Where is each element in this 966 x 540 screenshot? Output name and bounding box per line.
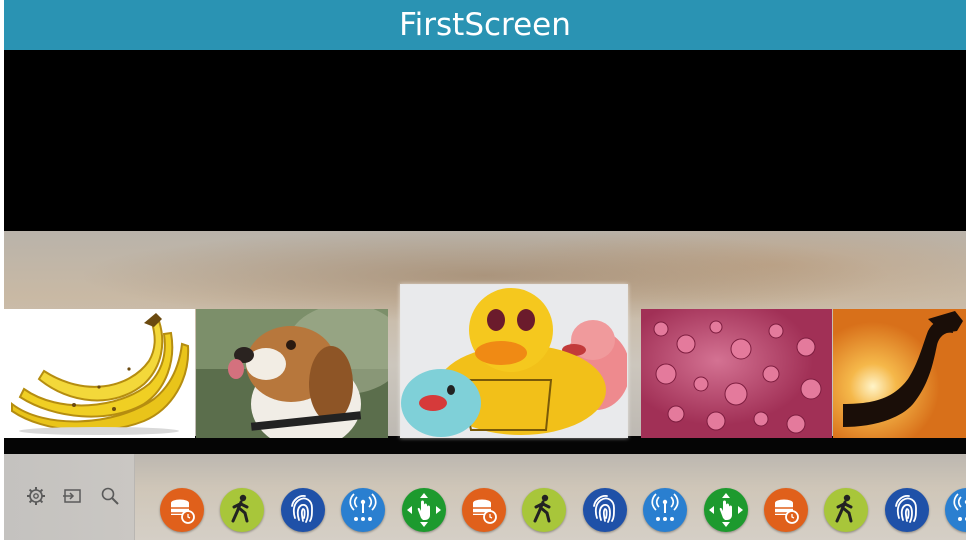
water-droplets-image — [641, 309, 832, 438]
input-source-icon[interactable] — [62, 486, 82, 506]
banana-image — [4, 309, 195, 438]
flexed-arm-image — [833, 309, 966, 438]
carousel-baseline — [4, 436, 966, 454]
broadcast-antenna-icon[interactable] — [945, 488, 966, 532]
search-icon[interactable] — [100, 486, 120, 506]
walking-person-icon[interactable] — [824, 488, 869, 532]
tv-screen: FirstScreen — [4, 0, 966, 540]
gear-icon[interactable] — [26, 486, 46, 506]
broadcast-antenna-icon[interactable] — [643, 488, 688, 532]
fingerprint-icon[interactable] — [582, 488, 627, 532]
database-clock-icon[interactable] — [160, 488, 204, 532]
walking-person-icon[interactable] — [220, 488, 265, 532]
carousel-item-flexed-arm-silhouette[interactable] — [833, 309, 966, 438]
database-clock-icon[interactable] — [462, 488, 506, 532]
walking-person-icon[interactable] — [522, 488, 567, 532]
touch-gesture-icon[interactable] — [401, 488, 446, 532]
app-launcher-bar — [4, 454, 966, 540]
video-preview-area — [4, 50, 966, 231]
carousel-item-beagle[interactable] — [196, 309, 388, 438]
rubber-ducks-image — [401, 285, 627, 437]
broadcast-antenna-icon[interactable] — [341, 488, 386, 532]
carousel-item-banana[interactable] — [4, 309, 195, 438]
database-clock-icon[interactable] — [764, 488, 808, 532]
carousel-item-water-droplets[interactable] — [641, 309, 832, 438]
touch-gesture-icon[interactable] — [703, 488, 748, 532]
fingerprint-icon[interactable] — [280, 488, 325, 532]
carousel-item-rubber-ducks[interactable] — [400, 284, 628, 438]
tools-panel — [4, 454, 135, 540]
app-title: FirstScreen — [4, 0, 966, 50]
beagle-image — [196, 309, 388, 438]
fingerprint-icon[interactable] — [884, 488, 929, 532]
